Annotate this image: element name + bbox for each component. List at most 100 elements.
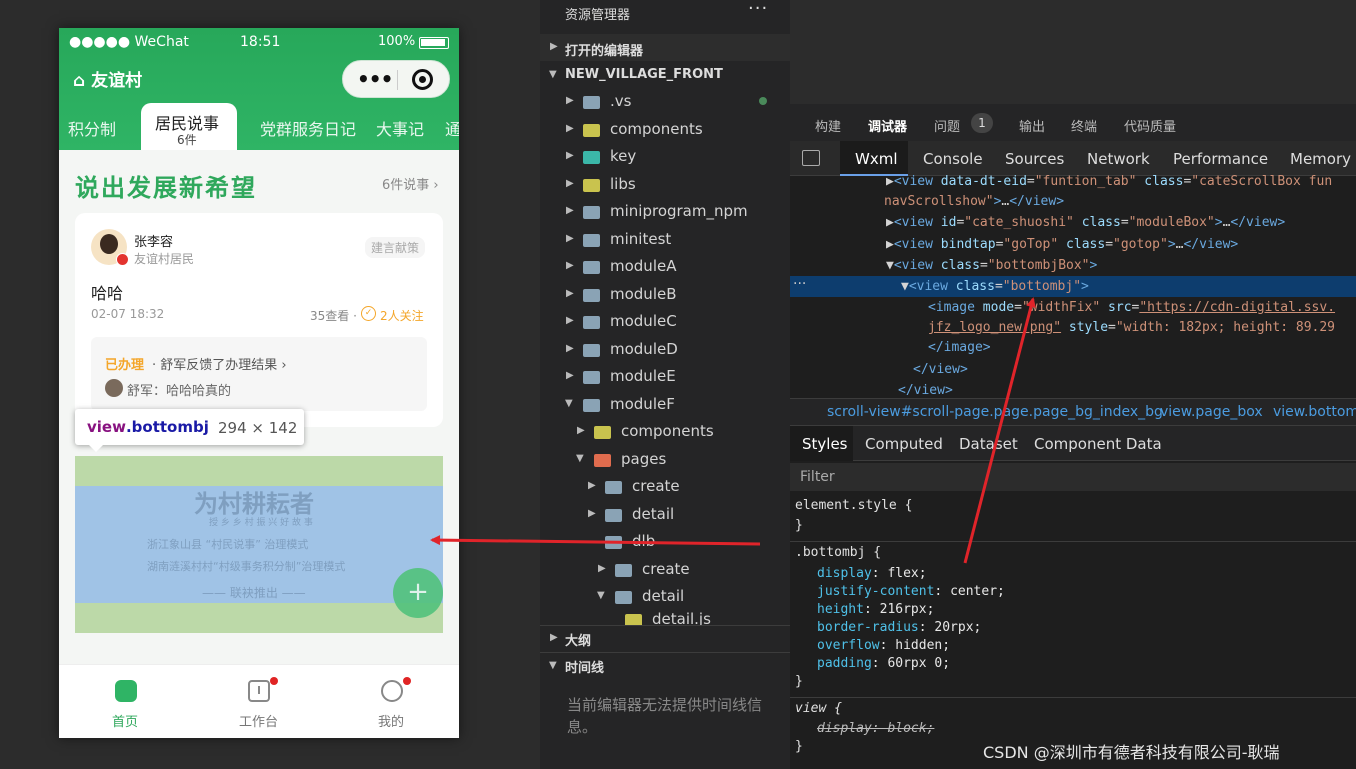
folder-icon <box>583 206 600 219</box>
tab-output[interactable]: 输出 <box>1019 116 1045 135</box>
tab-component-data[interactable]: Component Data <box>1034 435 1162 453</box>
chevron-right-icon[interactable]: ▶ <box>566 205 574 216</box>
css-property-row[interactable]: display: flex; <box>817 566 927 581</box>
tab-styles[interactable]: Styles <box>802 435 848 453</box>
project-root[interactable]: NEW_VILLAGE_FRONT <box>565 67 723 82</box>
css-property-row[interactable]: padding: 60rpx 0; <box>817 656 950 671</box>
explorer-more-icon[interactable]: ··· <box>748 0 768 19</box>
follow-count[interactable]: 2人关注 <box>380 307 424 324</box>
tree-item[interactable]: create <box>642 560 690 578</box>
footer-logo-line1: 浙江象山县 “村民说事” 治理模式 <box>147 538 309 551</box>
chevron-right-icon: ▶ <box>550 632 558 643</box>
page-title[interactable]: ⌂ 友谊村 <box>73 66 142 91</box>
wxml-node-cate-shuoshi[interactable]: ▶<view id="cate_shuoshi" class="moduleBo… <box>886 215 1285 230</box>
profile-tab-icon[interactable] <box>381 680 403 702</box>
tab-computed[interactable]: Computed <box>865 435 943 453</box>
chevron-right-icon[interactable]: ▶ <box>566 315 574 326</box>
tab-party-diary[interactable]: 党群服务日记 <box>260 116 356 140</box>
tab-more[interactable]: 通 <box>445 116 459 140</box>
css-property-row[interactable]: justify-content: center; <box>817 584 1005 599</box>
tab-sources[interactable]: Sources <box>1005 150 1064 168</box>
tab-events[interactable]: 大事记 <box>376 116 424 140</box>
more-icon[interactable]: ••• <box>357 67 393 91</box>
node-more-icon[interactable]: ··· <box>793 276 806 292</box>
tree-item[interactable]: libs <box>610 175 636 193</box>
tree-item[interactable]: moduleB <box>610 285 677 303</box>
tree-item[interactable]: dlb <box>632 532 655 550</box>
tree-item[interactable]: minitest <box>610 230 671 248</box>
tab-build[interactable]: 构建 <box>815 116 841 135</box>
tree-item[interactable]: components <box>610 120 703 138</box>
wxml-node-gotop[interactable]: ▶<view bindtap="goTop" class="gotop">…</… <box>886 237 1238 252</box>
wxml-node-funtion-tab[interactable]: ▶<view data-dt-eid="funtion_tab" class="… <box>886 174 1332 189</box>
chevron-right-icon[interactable]: ▶ <box>588 508 596 519</box>
breadcrumb-item-bottom[interactable]: view.bottom <box>1273 404 1356 420</box>
reply-box[interactable] <box>91 337 427 411</box>
timeline-label[interactable]: 时间线 <box>565 657 604 676</box>
tab-debugger[interactable]: 调试器 <box>868 116 907 135</box>
css-property-row[interactable]: height: 216rpx; <box>817 602 934 617</box>
chevron-right-icon[interactable]: ▶ <box>566 343 574 354</box>
tab-network[interactable]: Network <box>1087 150 1150 168</box>
tree-item[interactable]: moduleC <box>610 312 677 330</box>
folder-icon <box>605 536 622 549</box>
filter-placeholder: Filter <box>800 469 835 485</box>
tab-memory[interactable]: Memory <box>1290 150 1351 168</box>
chevron-down-icon[interactable]: ▼ <box>597 590 605 601</box>
close-miniprogram-icon[interactable] <box>412 69 433 90</box>
chevron-right-icon[interactable]: ▶ <box>566 288 574 299</box>
tree-item[interactable]: detail <box>632 505 674 523</box>
tree-item[interactable]: .vs <box>610 92 631 110</box>
tree-item[interactable]: detail <box>642 587 684 605</box>
tab-terminal[interactable]: 终端 <box>1071 116 1097 135</box>
chevron-down-icon[interactable]: ▼ <box>565 398 573 409</box>
tree-item[interactable]: key <box>610 147 636 165</box>
home-tab-icon[interactable] <box>115 680 137 702</box>
chevron-right-icon[interactable]: ▶ <box>577 425 585 436</box>
breadcrumb-item-scroll-view[interactable]: scroll-view#scroll-page.page.page_bg_ind… <box>827 404 1163 420</box>
workbench-tab-icon[interactable] <box>248 680 270 702</box>
tab-problems[interactable]: 问题 <box>934 116 960 135</box>
chevron-right-icon[interactable]: ▶ <box>588 480 596 491</box>
folder-icon <box>615 591 632 604</box>
chevron-right-icon[interactable]: ▶ <box>566 150 574 161</box>
tree-item[interactable]: moduleA <box>610 257 676 275</box>
css-property-row[interactable]: border-radius: 20rpx; <box>817 620 981 635</box>
tree-item[interactable]: components <box>621 422 714 440</box>
tree-item[interactable]: create <box>632 477 680 495</box>
wxml-node-bottombjbox[interactable]: ▼<view class="bottombjBox"> <box>886 258 1097 273</box>
chevron-down-icon[interactable]: ▼ <box>576 453 584 464</box>
tab-dataset[interactable]: Dataset <box>959 435 1018 453</box>
chevron-right-icon[interactable]: ▶ <box>566 260 574 271</box>
chevron-right-icon[interactable]: ▶ <box>566 95 574 106</box>
open-editors-label[interactable]: 打开的编辑器 <box>565 40 643 59</box>
tree-item[interactable]: moduleE <box>610 367 676 385</box>
outline-label[interactable]: 大纲 <box>565 630 591 649</box>
wxml-node-image[interactable]: <image mode="widthFix" src="https://cdn-… <box>928 300 1335 315</box>
chevron-right-icon[interactable]: ▶ <box>598 563 606 574</box>
inspect-element-icon[interactable] <box>802 150 820 166</box>
tree-item[interactable]: miniprogram_npm <box>610 202 748 220</box>
tabbar-workbench-label[interactable]: 工作台 <box>239 711 278 730</box>
filter-input[interactable] <box>790 463 1356 491</box>
css-property-row[interactable]: overflow: hidden; <box>817 638 950 653</box>
tab-performance[interactable]: Performance <box>1173 150 1268 168</box>
chevron-right-icon[interactable]: ▶ <box>566 178 574 189</box>
tab-wxml[interactable]: Wxml <box>855 150 898 168</box>
chevron-right-icon[interactable]: ▶ <box>566 233 574 244</box>
tab-points[interactable]: 积分制 <box>68 116 116 140</box>
follow-check-icon[interactable]: ✓ <box>361 306 376 321</box>
tab-code-quality[interactable]: 代码质量 <box>1124 116 1176 135</box>
wxml-node-bottombj[interactable]: ▼<view class="bottombj"> <box>901 279 1089 294</box>
chevron-right-icon[interactable]: ▶ <box>566 370 574 381</box>
tabbar-home-label[interactable]: 首页 <box>112 711 138 730</box>
tabbar-profile-label[interactable]: 我的 <box>378 711 404 730</box>
tree-item[interactable]: pages <box>621 450 666 468</box>
tree-item[interactable]: moduleF <box>610 395 675 413</box>
tree-item[interactable]: moduleD <box>610 340 678 358</box>
talk-count-link[interactable]: 6件说事 › <box>382 174 439 193</box>
breadcrumb-item-page-box[interactable]: view.page_box <box>1160 404 1263 420</box>
tab-console[interactable]: Console <box>923 150 983 168</box>
chevron-right-icon[interactable]: ▶ <box>566 123 574 134</box>
add-post-button[interactable]: + <box>393 568 443 618</box>
